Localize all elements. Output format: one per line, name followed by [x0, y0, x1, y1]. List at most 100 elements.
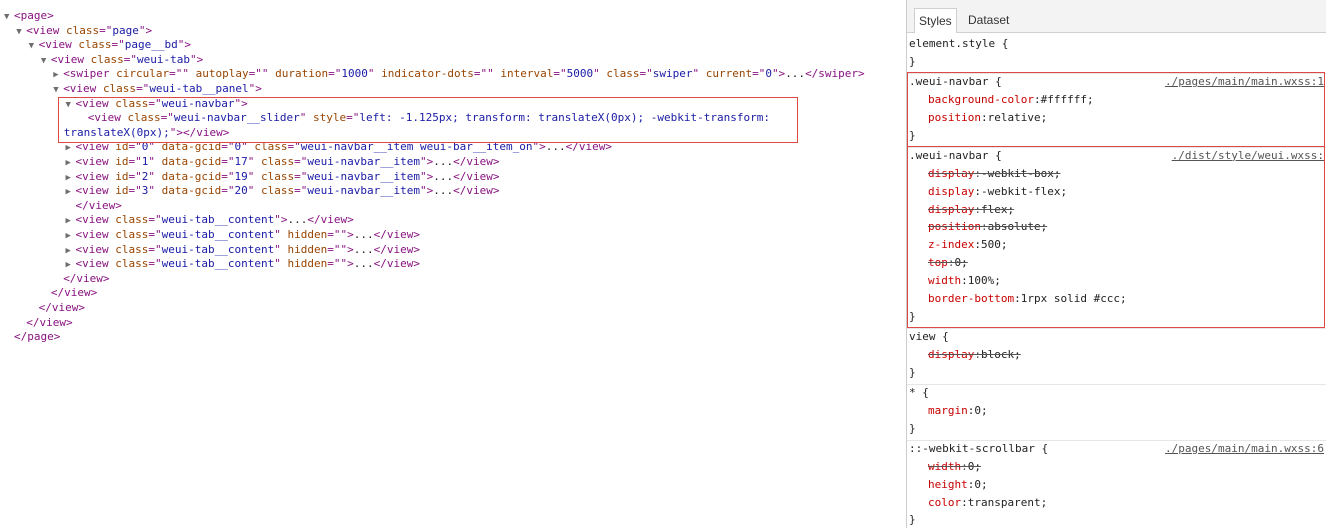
attribute-value: page — [112, 23, 139, 37]
css-property[interactable]: height:0; — [928, 476, 988, 494]
css-property[interactable]: position:relative; — [928, 109, 1047, 127]
style-rule[interactable]: .weui-navbar {./pages/main/main.wxss:1 ba… — [907, 72, 1326, 148]
attribute-value: weui-tab__content — [161, 213, 275, 227]
property-value: -webkit-flex; — [980, 184, 1068, 198]
rule-close-brace: } — [909, 55, 916, 68]
tag-text: </view> — [453, 184, 500, 198]
css-property[interactable]: position:absolute; — [928, 218, 1047, 236]
attribute-name: class — [115, 96, 149, 110]
css-property[interactable]: color:transparent; — [928, 494, 1047, 512]
dom-node-line[interactable]: ▶ <swiper circular="" autoplay="" duratio… — [53, 66, 864, 81]
property-name: color — [928, 495, 962, 509]
attribute-name: hidden — [287, 228, 328, 241]
dom-node-line[interactable]: </view> — [16, 315, 72, 330]
tag-text: ... — [545, 140, 566, 154]
rule-source-link[interactable]: ./dist/style/weui.wxss: — [1172, 147, 1324, 165]
dom-node-line[interactable]: </page> — [4, 329, 60, 344]
dom-node-line[interactable]: ▶ <view class="weui-tab__content" hidden=… — [66, 242, 420, 257]
dom-node-line[interactable]: ▶ <view id="1" data-gcid="17" class="weui… — [66, 154, 500, 169]
tag-text: <view — [38, 38, 79, 52]
style-rule[interactable]: .weui-navbar {./dist/style/weui.wxss: dis… — [907, 145, 1326, 329]
dom-node-line[interactable]: </view> — [53, 271, 109, 286]
tag-text: =" — [148, 242, 162, 256]
tag-text: ="" — [248, 67, 276, 81]
expand-triangle-icon[interactable]: ▼ — [4, 10, 14, 25]
dom-node-line[interactable]: ▶ <view class="weui-tab__content">...</vi… — [66, 212, 354, 227]
css-property[interactable]: width:0; — [928, 458, 981, 476]
expand-triangle-icon[interactable]: ▼ — [41, 54, 51, 69]
dom-node-line[interactable]: ▼ <view class="weui-tab"> — [41, 52, 203, 67]
attribute-value: weui-tab__content — [161, 242, 275, 256]
property-value: 0; — [954, 256, 968, 270]
colon: : — [974, 202, 981, 216]
dom-node-line[interactable]: ▶ <view id="2" data-gcid="19" class="weui… — [66, 169, 500, 184]
rule-selector: * { — [909, 385, 929, 399]
expand-triangle-icon[interactable]: ▼ — [66, 98, 76, 113]
rule-source-link[interactable]: ./pages/main/main.wxss:1 — [1165, 73, 1324, 91]
tag-text: " — [148, 169, 162, 183]
expand-triangle-icon[interactable]: ▼ — [53, 83, 63, 98]
tag-text: =" — [294, 184, 308, 198]
css-property[interactable]: display:block; — [928, 346, 1021, 364]
dom-node-line[interactable]: ▶ <view class="weui-tab__content" hidden=… — [66, 256, 420, 271]
attribute-value: weui-tab__content — [161, 228, 275, 241]
css-property[interactable]: top:0; — [928, 254, 968, 272]
property-value: #ffffff; — [1040, 93, 1094, 106]
dom-node-line[interactable]: translateX(0px);"></view> — [64, 125, 230, 140]
colon: : — [961, 495, 968, 509]
dom-node-line[interactable]: ▼ <view class="weui-navbar"> — [66, 96, 248, 111]
dom-node-line[interactable]: </view> — [41, 285, 97, 300]
tag-text: =" — [752, 67, 766, 81]
attribute-value: weui-tab__content — [161, 257, 275, 271]
css-property[interactable]: z-index:500; — [928, 236, 1007, 254]
attribute-name: interval — [500, 67, 554, 81]
style-rule[interactable]: view {display:block;} — [907, 328, 1326, 385]
dom-node-line[interactable]: ▶ <view id="3" data-gcid="20" class="weui… — [66, 183, 500, 198]
dom-node-line[interactable]: ▼ <view class="page"> — [16, 23, 152, 38]
css-property[interactable]: display:-webkit-box; — [928, 165, 1060, 183]
property-name: margin — [928, 403, 968, 417]
tag-text: </view> — [453, 169, 500, 183]
dom-node-line[interactable]: ▶ <view id="0" data-gcid="0" class="weui-… — [66, 139, 613, 154]
rule-close-brace: } — [909, 513, 916, 527]
tag-text: <view — [75, 169, 116, 183]
dom-node-line[interactable]: </view> — [66, 198, 122, 213]
css-property[interactable]: display:flex; — [928, 201, 1014, 219]
expand-triangle-icon[interactable]: ▼ — [29, 39, 39, 54]
tag-text: </view> — [63, 271, 110, 285]
dom-node-line[interactable]: ▼ <view class="weui-tab__panel"> — [53, 81, 262, 96]
attribute-value: weui-navbar__item weui-bar__item_on — [300, 140, 533, 154]
style-rule[interactable]: * {margin:0;} — [907, 384, 1326, 441]
property-name: z-index — [928, 238, 975, 252]
attribute-name: class — [115, 257, 149, 271]
tag-text: =" — [128, 140, 142, 154]
dom-node-line[interactable]: ▼ <view class="page__bd"> — [29, 37, 191, 52]
dom-node-line[interactable]: <view class="weui-navbar__slider" style=… — [78, 110, 770, 125]
attribute-value: weui-navbar — [161, 96, 235, 110]
css-property[interactable]: display:-webkit-flex; — [928, 183, 1067, 201]
style-rule[interactable]: ::-webkit-scrollbar {./pages/main/main.w… — [907, 440, 1326, 528]
tag-text: ... — [353, 242, 374, 256]
tag-text: </view> — [38, 301, 85, 314]
css-property[interactable]: width:100%; — [928, 272, 1001, 290]
colon: : — [961, 459, 968, 473]
styles-pane: Styles Dataset element.style {} .weui-nav… — [907, 0, 1326, 528]
attribute-name: class — [90, 52, 124, 66]
attribute-name: id — [115, 155, 129, 168]
css-property[interactable]: background-color:#ffffff; — [928, 91, 1094, 109]
tag-text: =" — [128, 155, 142, 168]
dom-node-line[interactable]: ▼ <page> — [4, 8, 54, 23]
rule-source-link[interactable]: ./pages/main/main.wxss:6 — [1165, 440, 1324, 458]
style-rule[interactable]: element.style {} — [907, 35, 1326, 74]
property-name: background-color — [928, 93, 1034, 106]
colon: : — [974, 348, 981, 361]
dom-node-line[interactable]: </view> — [29, 300, 85, 315]
tab-dataset[interactable]: Dataset — [964, 8, 1013, 32]
tab-styles[interactable]: Styles — [914, 8, 957, 33]
css-property[interactable]: border-bottom:1rpx solid #ccc; — [928, 290, 1127, 308]
tag-text: " — [148, 140, 162, 154]
rule-selector: element.style { — [909, 37, 1009, 50]
dom-node-line[interactable]: ▶ <view class="weui-tab__content" hidden=… — [66, 227, 420, 242]
expand-triangle-icon[interactable]: ▼ — [16, 25, 26, 40]
css-property[interactable]: margin:0; — [928, 402, 988, 420]
